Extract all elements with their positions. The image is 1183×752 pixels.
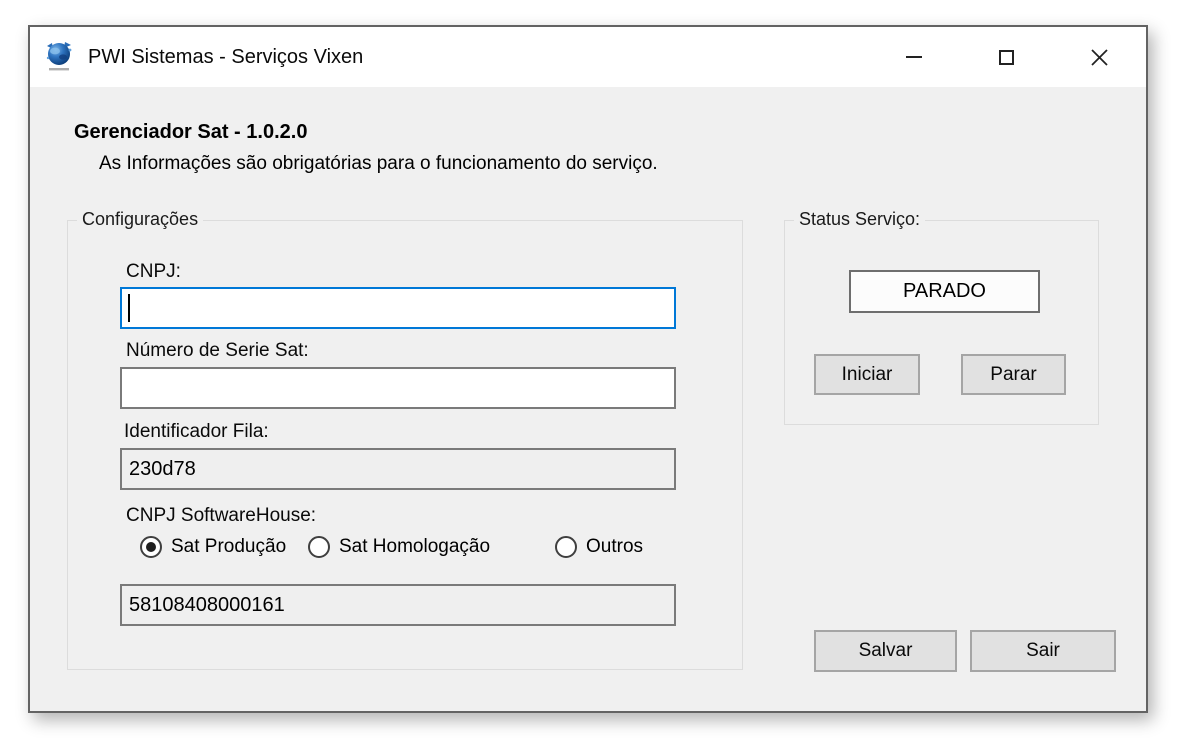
fila-input[interactable] — [120, 448, 676, 490]
softwarehouse-label: CNPJ SoftwareHouse: — [126, 505, 316, 527]
salvar-button[interactable]: Salvar — [814, 630, 957, 672]
radio-circle-icon — [308, 536, 330, 558]
config-groupbox: Configurações CNPJ: Número de Serie Sat:… — [67, 220, 743, 670]
radio-sat-producao[interactable]: Sat Produção — [140, 536, 286, 558]
app-window: PWI Sistemas - Serviços Vixen Gerenciado… — [28, 25, 1148, 713]
radio-label: Sat Produção — [171, 536, 286, 558]
minimize-button[interactable] — [867, 27, 960, 87]
iniciar-button[interactable]: Iniciar — [814, 354, 920, 395]
text-caret — [128, 294, 130, 322]
radio-label: Sat Homologação — [339, 536, 490, 558]
radio-sat-homologacao[interactable]: Sat Homologação — [308, 536, 490, 558]
page-title: Gerenciador Sat - 1.0.2.0 — [74, 121, 307, 144]
pwi-globe-icon — [43, 40, 75, 74]
fila-label: Identificador Fila: — [124, 421, 269, 443]
status-groupbox-legend: Status Serviço: — [794, 209, 925, 230]
maximize-icon — [999, 50, 1014, 65]
window-title: PWI Sistemas - Serviços Vixen — [88, 46, 363, 69]
cnpj-label: CNPJ: — [126, 261, 181, 283]
maximize-button[interactable] — [960, 27, 1053, 87]
page-subtitle: As Informações são obrigatórias para o f… — [99, 153, 658, 175]
serie-label: Número de Serie Sat: — [126, 340, 309, 362]
minimize-icon — [906, 56, 922, 58]
cnpj-input[interactable] — [120, 287, 676, 329]
parar-button[interactable]: Parar — [961, 354, 1066, 395]
sair-button[interactable]: Sair — [970, 630, 1116, 672]
serie-input[interactable] — [120, 367, 676, 409]
radio-circle-icon — [555, 536, 577, 558]
radio-label: Outros — [586, 536, 643, 558]
radio-circle-icon — [140, 536, 162, 558]
close-icon — [1090, 48, 1109, 67]
softwarehouse-cnpj-input[interactable] — [120, 584, 676, 626]
window-controls — [867, 27, 1146, 87]
service-status-badge: PARADO — [849, 270, 1040, 313]
status-groupbox: Status Serviço: PARADO Iniciar Parar — [784, 220, 1099, 425]
titlebar[interactable]: PWI Sistemas - Serviços Vixen — [30, 27, 1146, 87]
radio-outros[interactable]: Outros — [555, 536, 643, 558]
close-button[interactable] — [1053, 27, 1146, 87]
config-groupbox-legend: Configurações — [77, 209, 203, 230]
